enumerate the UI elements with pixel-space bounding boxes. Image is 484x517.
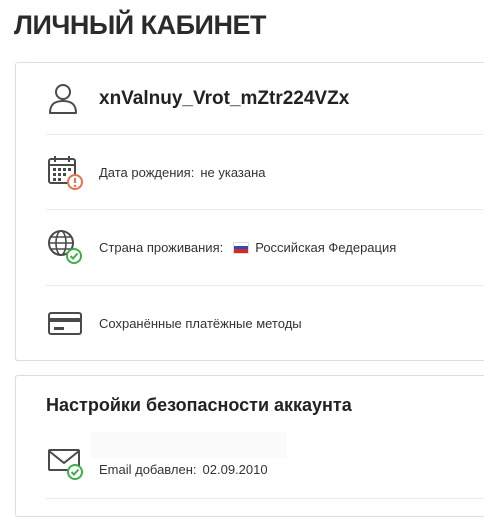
- security-card: Настройки безопасности аккаунта Email до…: [15, 375, 484, 517]
- divider: [46, 498, 484, 499]
- envelope-icon: [48, 449, 83, 480]
- user-icon: [49, 84, 77, 114]
- security-title: Настройки безопасности аккаунта: [46, 395, 352, 415]
- russia-flag-icon: [233, 241, 250, 254]
- divider: [46, 209, 484, 210]
- birthdate-label: Дата рождения:: [99, 165, 195, 180]
- globe-icon: [48, 230, 82, 264]
- calendar-icon: [48, 156, 83, 190]
- email-text: Email добавлен: 02.09.2010: [99, 462, 268, 477]
- credit-card-icon: [48, 312, 82, 335]
- email-value: 02.09.2010: [202, 462, 268, 477]
- country-label: Страна проживания:: [99, 240, 224, 255]
- check-badge-icon: [67, 464, 83, 480]
- hidden-email: [91, 432, 287, 458]
- divider: [46, 285, 484, 286]
- warning-badge-icon: [67, 174, 83, 190]
- username: xnValnuy_Vrot_mZtr224VZx: [99, 88, 350, 109]
- email-label: Email добавлен:: [99, 462, 197, 477]
- page-title: ЛИЧНЫЙ КАБИНЕТ: [14, 10, 266, 40]
- payment-methods-label[interactable]: Сохранённые платёжные методы: [99, 316, 302, 331]
- divider: [46, 134, 484, 135]
- check-badge-icon: [66, 248, 82, 264]
- country-value: Российская Федерация: [255, 240, 397, 255]
- profile-card: xnValnuy_Vrot_mZtr224VZx Дата рождения: н…: [15, 62, 484, 361]
- birthdate-text: Дата рождения: не указана: [99, 165, 266, 180]
- country-text: Страна проживания: Российская Федерация: [99, 240, 396, 256]
- birthdate-value: не указана: [200, 165, 266, 180]
